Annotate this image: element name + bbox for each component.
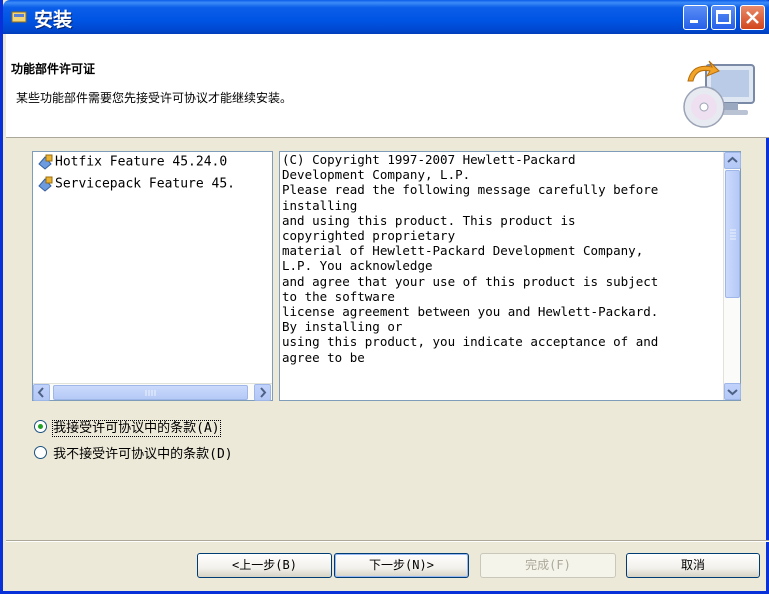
list-item[interactable]: Hotfix Feature 45.24.0 <box>37 154 269 174</box>
next-button[interactable]: 下一步(N)> <box>334 553 469 578</box>
horizontal-scroll-thumb[interactable] <box>53 385 248 400</box>
back-button[interactable]: <上一步(B) <box>197 553 332 578</box>
decline-license-radio[interactable]: 我不接受许可协议中的条款(D) <box>34 443 233 462</box>
scroll-down-button[interactable] <box>724 383 741 400</box>
license-text-area[interactable]: (C) Copyright 1997-2007 Hewlett-Packard … <box>279 151 741 401</box>
close-icon <box>746 11 759 24</box>
maximize-button[interactable] <box>711 5 736 30</box>
decline-license-label[interactable]: 我不接受许可协议中的条款(D) <box>53 447 232 462</box>
install-dialog: 安装 功能部件许可证 某些功能部件需要您先接受许可协议才能继续安装。 Hotfi… <box>0 0 769 594</box>
close-button[interactable] <box>740 5 765 30</box>
accept-license-label[interactable]: 我接受许可协议中的条款(A) <box>52 420 221 437</box>
list-item[interactable]: Servicepack Feature 45. <box>37 176 269 196</box>
minimize-button[interactable] <box>683 5 708 30</box>
title-bar[interactable]: 安装 <box>3 0 769 34</box>
grip-icon <box>730 229 736 240</box>
feature-list[interactable]: Hotfix Feature 45.24.0 Servicepack Featu… <box>32 151 273 401</box>
radio-unchecked-icon[interactable] <box>34 446 47 459</box>
feature-plugin-icon <box>38 154 53 170</box>
horizontal-scrollbar[interactable] <box>33 383 272 401</box>
scroll-left-button[interactable] <box>33 384 50 401</box>
installer-icon <box>11 11 27 23</box>
page-title: 功能部件许可证 <box>11 62 96 76</box>
license-text: (C) Copyright 1997-2007 Hewlett-Packard … <box>282 152 659 365</box>
window-title: 安装 <box>34 9 73 31</box>
minimize-icon <box>690 20 698 23</box>
header-panel: 功能部件许可证 某些功能部件需要您先接受许可协议才能继续安装。 <box>6 34 769 138</box>
chevron-up-icon <box>727 156 738 163</box>
grip-icon <box>145 390 156 396</box>
chevron-down-icon <box>727 389 738 396</box>
feature-plugin-icon <box>38 176 53 192</box>
chevron-left-icon <box>37 387 44 398</box>
vertical-scrollbar[interactable] <box>723 152 741 400</box>
finish-button[interactable]: 完成(F) <box>480 553 616 578</box>
cancel-button[interactable]: 取消 <box>626 553 760 578</box>
install-cd-monitor-icon <box>683 60 755 128</box>
maximize-icon <box>716 10 731 24</box>
vertical-scroll-thumb[interactable] <box>725 170 740 298</box>
radio-checked-icon[interactable] <box>34 420 47 433</box>
page-description: 某些功能部件需要您先接受许可协议才能继续安装。 <box>16 91 293 105</box>
footer-separator <box>6 540 769 542</box>
scroll-up-button[interactable] <box>724 152 741 169</box>
accept-license-radio[interactable]: 我接受许可协议中的条款(A) <box>34 417 221 437</box>
chevron-right-icon <box>260 387 267 398</box>
scroll-right-button[interactable] <box>254 384 271 401</box>
